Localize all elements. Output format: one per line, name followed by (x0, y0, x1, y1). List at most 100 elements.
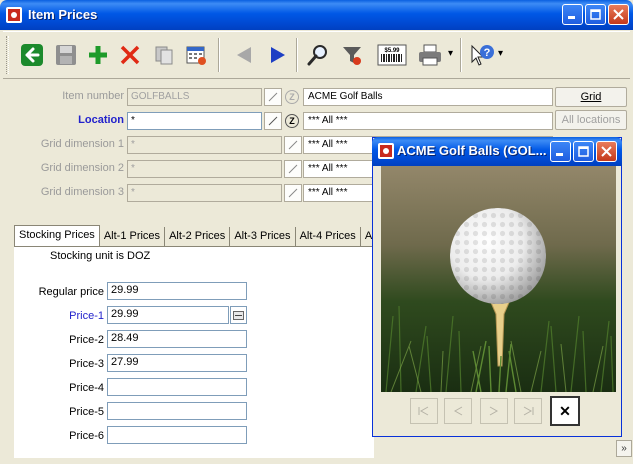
close-window-button[interactable] (608, 4, 629, 25)
minimize-icon (556, 153, 563, 156)
back-button[interactable] (16, 38, 48, 72)
close-image-viewer-button[interactable]: ✕ (550, 396, 580, 426)
maximize-icon (590, 9, 601, 20)
help-dropdown-arrow[interactable]: ▾ (498, 48, 503, 59)
price-tabs: Stocking Prices Alt-1 Prices Alt-2 Price… (14, 225, 378, 247)
maximize-icon (578, 146, 589, 157)
grid-dimension-1-field[interactable]: * (127, 136, 282, 154)
maximize-button[interactable] (585, 4, 606, 25)
lookup-arrow-icon (288, 164, 298, 174)
grid-button-label: Grid (580, 91, 602, 103)
lookup-arrow-icon (268, 116, 278, 126)
next-button[interactable] (262, 38, 294, 72)
save-button[interactable] (50, 38, 82, 72)
blue-right-triangle-icon (271, 47, 285, 63)
regular-price-label: Regular price (38, 286, 104, 298)
toolbar-separator (218, 38, 220, 72)
copy-icon (155, 46, 173, 65)
previous-button[interactable] (228, 38, 260, 72)
location-field[interactable]: * (127, 112, 262, 130)
app-icon (6, 7, 22, 23)
price-5-field[interactable] (107, 402, 247, 420)
item-number-label: Item number (62, 90, 124, 102)
location-description: *** All *** (303, 112, 553, 130)
help-button[interactable]: ? (466, 38, 498, 72)
item-description: ACME Golf Balls (303, 88, 553, 106)
prev-icon (453, 406, 463, 416)
floppy-disk-icon (56, 45, 76, 65)
more-tabs-button[interactable]: » (616, 440, 632, 457)
tab-stocking-prices[interactable]: Stocking Prices (14, 225, 100, 247)
price-4-label: Price-4 (69, 382, 104, 394)
minimize-icon (568, 16, 575, 19)
toolbar-separator (460, 38, 462, 72)
grid-dimension-3-field[interactable]: * (127, 184, 282, 202)
price-6-field[interactable] (107, 426, 247, 444)
grid-dimension-2-lookup-button[interactable] (284, 160, 302, 178)
grid-dimension-2-field[interactable]: * (127, 160, 282, 178)
price-1-field[interactable]: 29.99 (107, 306, 229, 324)
popup-minimize-button[interactable] (550, 141, 571, 162)
price-5-label: Price-5 (69, 406, 104, 418)
all-locations-button[interactable]: All locations (555, 110, 627, 130)
new-button[interactable] (82, 38, 114, 72)
grid-dimension-1-lookup-button[interactable] (284, 136, 302, 154)
lookup-arrow-icon (288, 140, 298, 150)
print-dropdown-arrow[interactable]: ▾ (448, 48, 453, 59)
next-icon (489, 406, 499, 416)
filter-button[interactable] (336, 38, 368, 72)
green-plus-icon (89, 46, 107, 64)
regular-price-field[interactable]: 29.99 (107, 282, 247, 300)
lookup-arrow-icon (288, 188, 298, 198)
popup-app-icon (378, 143, 394, 159)
location-label[interactable]: Location (20, 114, 124, 126)
tab-alt-3-prices[interactable]: Alt-3 Prices (230, 227, 296, 247)
popup-maximize-button[interactable] (573, 141, 594, 162)
tab-alt-1-prices[interactable]: Alt-1 Prices (100, 227, 166, 247)
item-number-field[interactable]: GOLFBALLS (127, 88, 262, 106)
price-4-field[interactable] (107, 378, 247, 396)
price-2-field[interactable]: 28.49 (107, 330, 247, 348)
funnel-icon (343, 47, 361, 65)
item-number-zoom-button[interactable]: Z (283, 88, 301, 106)
toolbar-grip[interactable] (6, 36, 9, 74)
golf-ball-photo (381, 166, 616, 392)
detail-icon (233, 310, 244, 320)
grid-button[interactable]: Grid (555, 87, 627, 107)
grid-dimension-3-lookup-button[interactable] (284, 184, 302, 202)
tab-alt-2-prices[interactable]: Alt-2 Prices (165, 227, 231, 247)
price-6-label: Price-6 (69, 430, 104, 442)
next-image-button[interactable] (480, 398, 508, 424)
minimize-button[interactable] (562, 4, 583, 25)
printer-icon (419, 44, 441, 66)
lookup-button[interactable] (302, 38, 334, 72)
stocking-unit-text: Stocking unit is DOZ (50, 250, 151, 262)
grid-dimension-2-label: Grid dimension 2 (40, 162, 124, 174)
location-lookup-button[interactable] (264, 112, 282, 130)
print-button[interactable] (414, 38, 446, 72)
red-x-icon (120, 45, 140, 65)
tab-alt-4-prices[interactable]: Alt-4 Prices (296, 227, 361, 247)
last-icon (523, 406, 534, 416)
price-2-label: Price-2 (69, 334, 104, 346)
popup-close-button[interactable] (596, 141, 617, 162)
toolbar-separator (296, 38, 298, 72)
previous-image-button[interactable] (444, 398, 472, 424)
copy-button[interactable] (148, 38, 180, 72)
calendar-button[interactable] (180, 38, 212, 72)
grid-dimension-1-label: Grid dimension 1 (40, 138, 124, 150)
location-zoom-button[interactable]: Z (283, 112, 301, 130)
barcode-price-button[interactable]: $5.99 (374, 38, 410, 72)
price-3-field[interactable]: 27.99 (107, 354, 247, 372)
price-1-detail-button[interactable] (230, 306, 247, 324)
zoom-icon: Z (285, 114, 299, 128)
magnifier-icon (307, 45, 327, 66)
last-image-button[interactable] (514, 398, 542, 424)
delete-button[interactable] (114, 38, 146, 72)
svg-text:?: ? (484, 47, 491, 59)
golf-ball-on-tee-image (381, 166, 616, 392)
price-3-label: Price-3 (69, 358, 104, 370)
first-image-button[interactable] (410, 398, 438, 424)
item-number-lookup-button[interactable] (264, 88, 282, 106)
price-1-label[interactable]: Price-1 (20, 310, 104, 322)
